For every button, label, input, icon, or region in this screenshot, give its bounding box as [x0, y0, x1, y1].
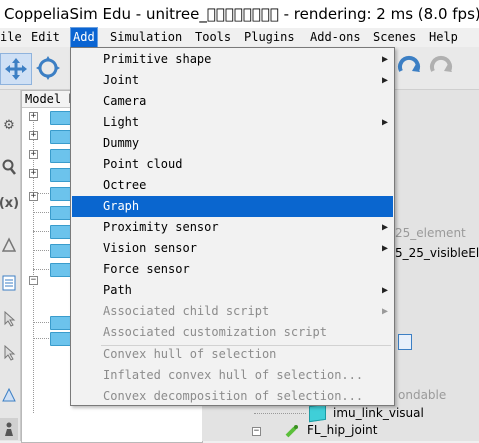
collapse-icon[interactable]: − [252, 427, 261, 436]
submenu-arrow-icon: ▶ [381, 117, 388, 128]
menu-item-dummy[interactable]: Dummy [72, 133, 393, 154]
menu-help[interactable]: Help [429, 28, 458, 47]
menu-item-light[interactable]: Light ▶ [72, 112, 393, 133]
expand-icon[interactable]: + [29, 131, 38, 140]
rotate-icon[interactable] [33, 53, 63, 83]
collapse-icon[interactable]: − [29, 276, 38, 285]
menu-add[interactable]: Add [70, 27, 98, 48]
submenu-arrow-icon: ▶ [381, 306, 388, 317]
scene-label: 5_25_visibleEl [395, 246, 479, 260]
script-icon[interactable] [398, 334, 412, 350]
submenu-arrow-icon: ▶ [381, 222, 388, 233]
undo-icon[interactable] [394, 53, 424, 83]
menu-item-force-sensor[interactable]: Force sensor [72, 259, 393, 280]
menu-item-path[interactable]: Path ▶ [72, 280, 393, 301]
submenu-arrow-icon: ▶ [381, 243, 388, 254]
redo-icon[interactable] [426, 53, 456, 83]
scene-label: ondable [398, 388, 447, 402]
menu-plugins[interactable]: Plugins [244, 28, 295, 47]
menu-tools[interactable]: Tools [195, 28, 231, 47]
triangle-icon[interactable] [0, 234, 18, 256]
menu-item-inflated-convex-hull[interactable]: Inflated convex hull of selection... [72, 365, 393, 386]
gear-icon[interactable]: ⚙ [0, 114, 18, 136]
menu-scenes[interactable]: Scenes [373, 28, 416, 47]
scene-label: imu_link_visual [333, 406, 424, 420]
scene-label: FL_hip_joint [307, 423, 378, 437]
fx-icon[interactable]: (x) [0, 192, 19, 214]
expand-icon[interactable]: + [29, 169, 38, 178]
menu-file[interactable]: ile [0, 28, 22, 47]
menu-item-associated-customization-script[interactable]: Associated customization script [72, 322, 393, 343]
submenu-arrow-icon: ▶ [381, 75, 388, 86]
menu-item-associated-child-script[interactable]: Associated child script ▶ [72, 301, 393, 322]
menu-item-proximity-sensor[interactable]: Proximity sensor ▶ [72, 217, 393, 238]
tree-line [254, 413, 306, 414]
cursor-plus-icon[interactable] [0, 342, 18, 364]
menu-add-ons[interactable]: Add-ons [310, 28, 361, 47]
add-menu-dropdown: Primitive shape ▶ Joint ▶ Camera Light ▶ Du… [70, 47, 395, 406]
menu-item-convex-hull[interactable]: Convex hull of selection [72, 344, 393, 365]
expand-icon[interactable]: + [29, 112, 38, 121]
magnifier-icon[interactable] [0, 156, 18, 178]
move-icon[interactable] [0, 53, 32, 85]
list-icon[interactable] [0, 272, 18, 294]
menu-bar: ile Edit Add Simulation Tools Plugins Ad… [0, 27, 479, 48]
menu-item-point-cloud[interactable]: Point cloud [72, 154, 393, 175]
window-title-bar: CoppeliaSim Edu - unitree_         - ren… [0, 0, 479, 28]
expand-icon[interactable]: + [29, 150, 38, 159]
menu-edit[interactable]: Edit [31, 28, 60, 47]
menu-item-octree[interactable]: Octree [72, 175, 393, 196]
menu-item-graph[interactable]: Graph [72, 196, 393, 217]
person-icon[interactable] [0, 418, 18, 440]
menu-item-primitive-shape[interactable]: Primitive shape ▶ [72, 49, 393, 70]
joint-icon [285, 423, 299, 438]
submenu-arrow-icon: ▶ [381, 285, 388, 296]
submenu-arrow-icon: ▶ [381, 54, 388, 65]
left-toolbar: ⚙ (x) [0, 90, 21, 441]
menu-item-convex-decomposition[interactable]: Convex decomposition of selection... [72, 386, 393, 407]
menu-item-camera[interactable]: Camera [72, 91, 393, 112]
cursor-icon[interactable] [0, 308, 18, 330]
window-title: CoppeliaSim Edu - unitree_         - ren… [4, 5, 479, 23]
expand-icon[interactable]: + [29, 192, 38, 201]
warning-icon[interactable] [0, 384, 18, 406]
menu-item-joint[interactable]: Joint ▶ [72, 70, 393, 91]
menu-simulation[interactable]: Simulation [110, 28, 182, 47]
scene-label: 25_element [395, 226, 466, 240]
menu-item-vision-sensor[interactable]: Vision sensor ▶ [72, 238, 393, 259]
